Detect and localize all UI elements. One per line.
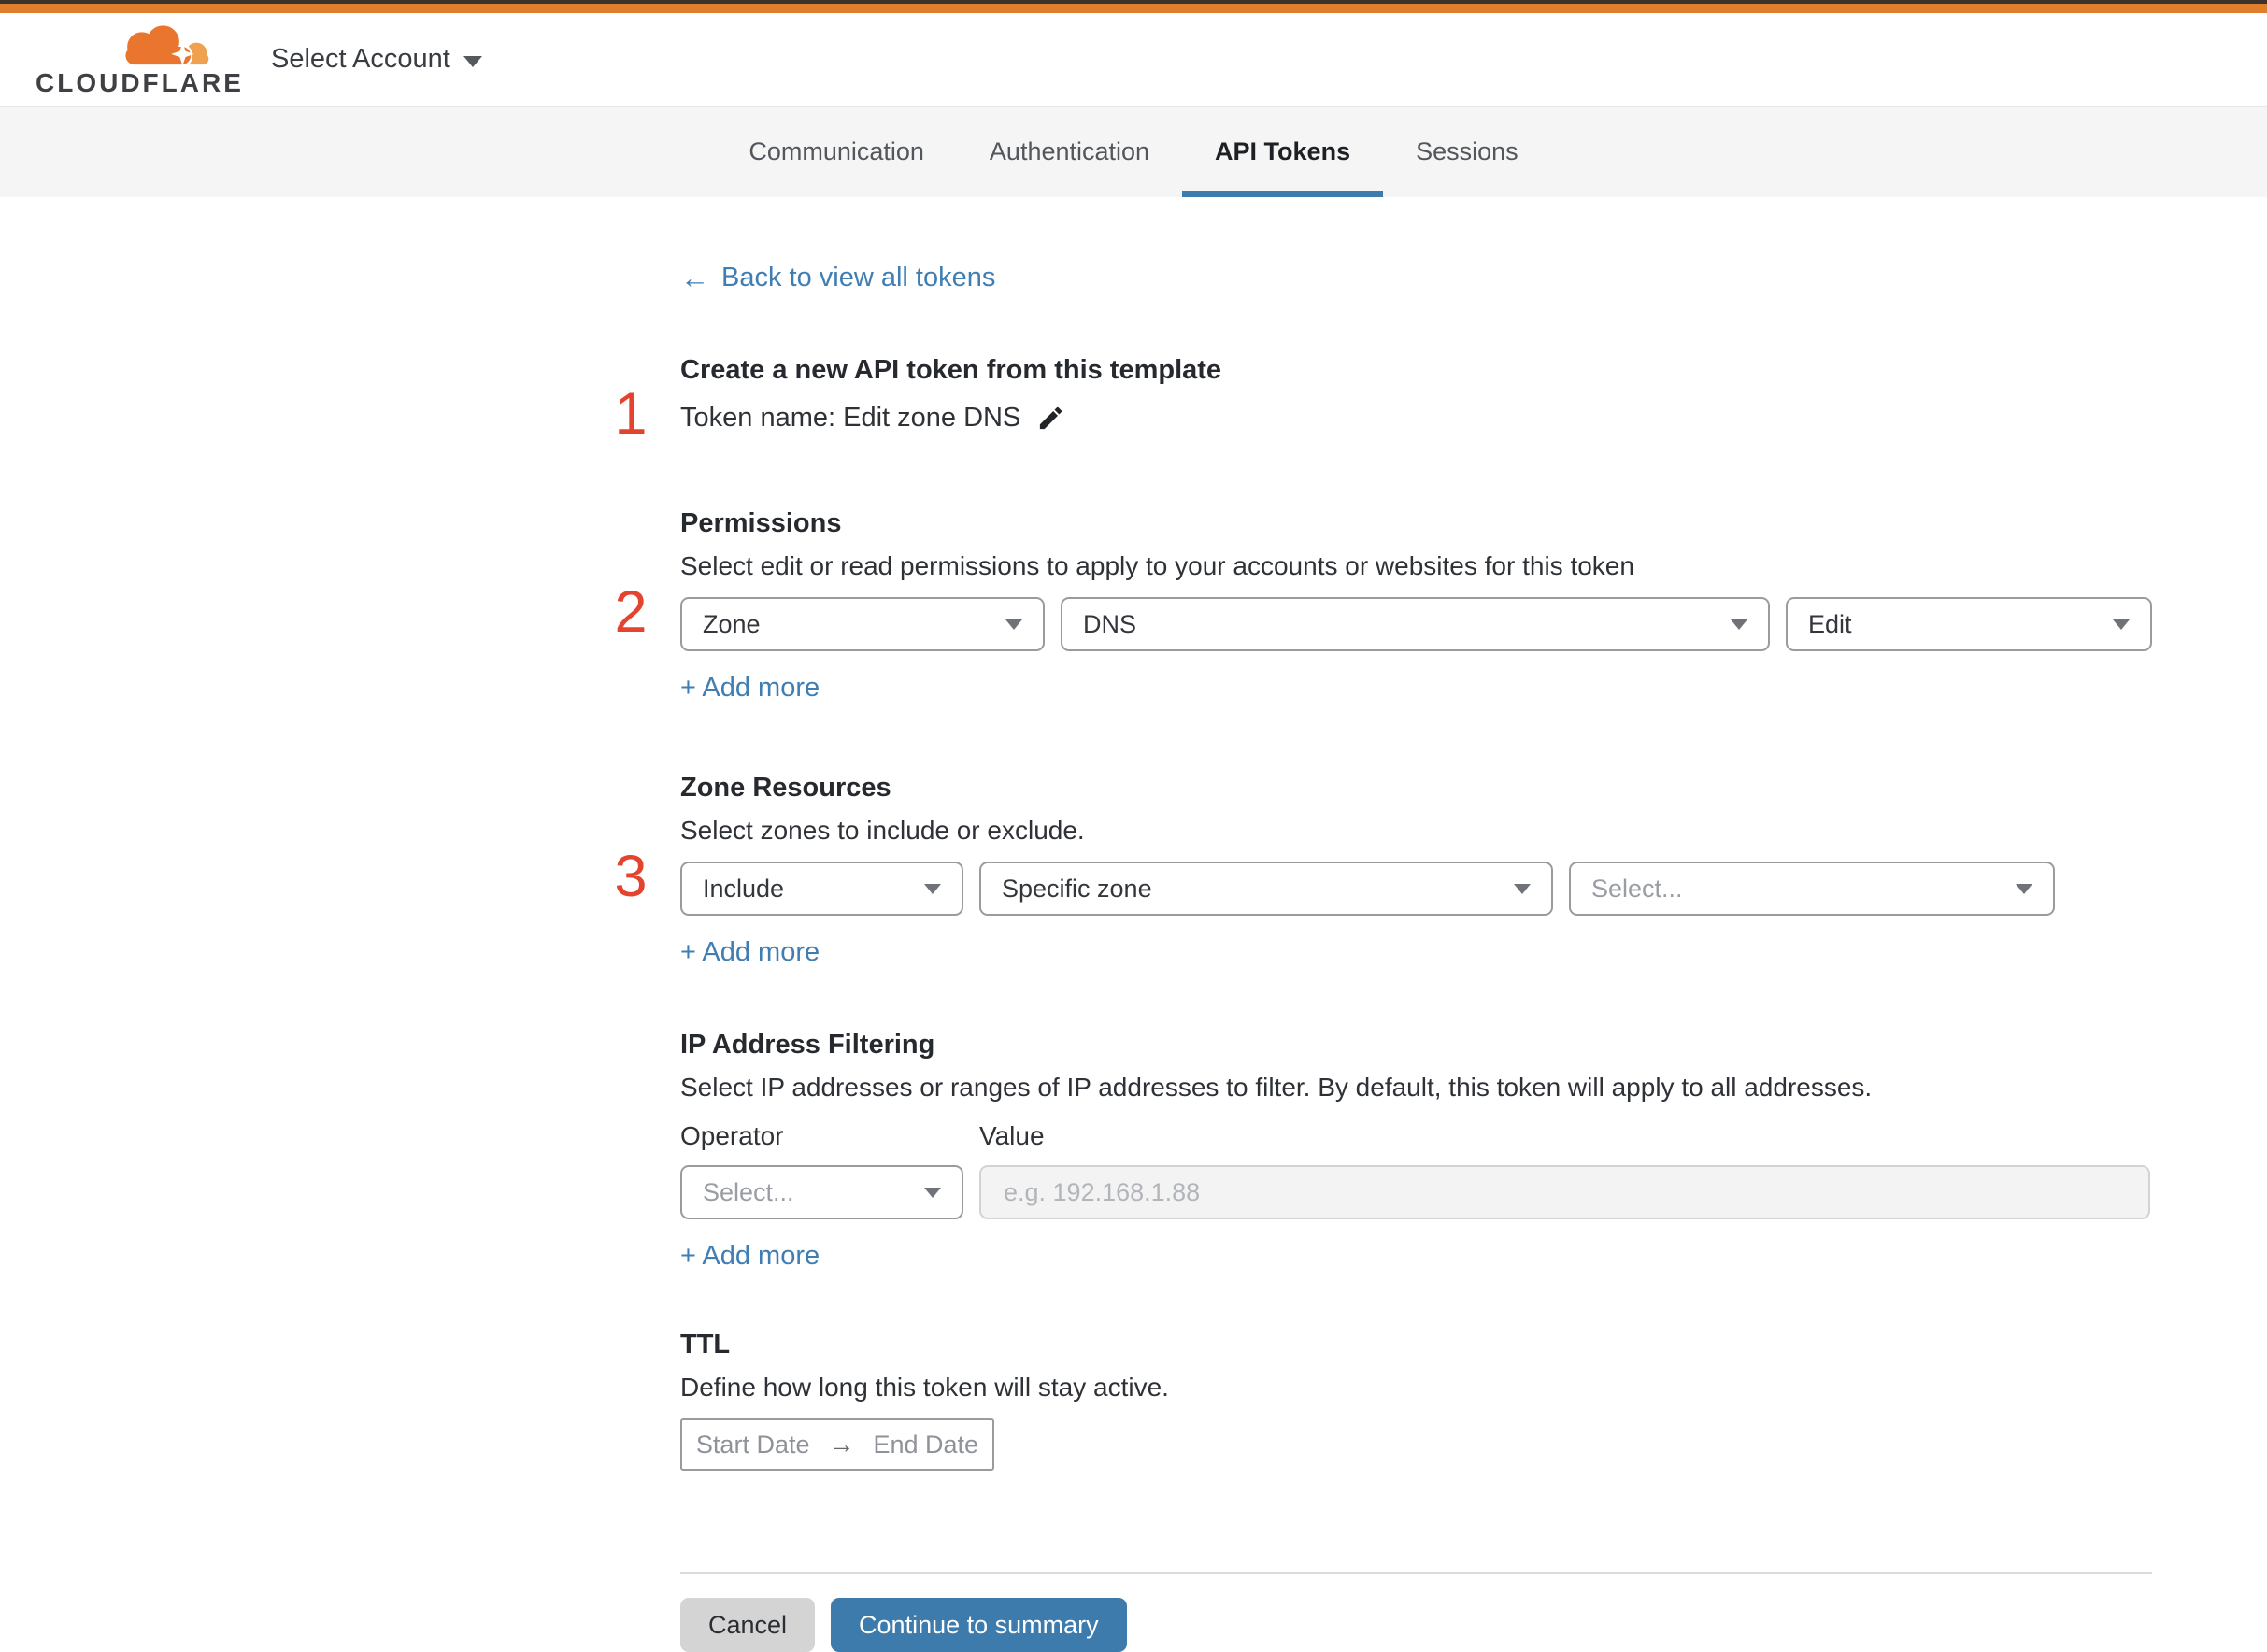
token-template-form: ← Back to view all tokens 1 Create a new…: [614, 197, 2152, 1652]
step-number-2: 2: [614, 579, 648, 645]
chevron-down-icon: [1005, 619, 1022, 630]
cancel-button[interactable]: Cancel: [680, 1598, 816, 1652]
arrow-right-icon: →: [828, 1430, 855, 1459]
back-to-tokens-link[interactable]: ← Back to view all tokens: [680, 263, 995, 293]
zone-picker-placeholder: Select...: [1591, 874, 1683, 903]
cloudflare-logo: CLOUDFLARE: [36, 15, 241, 104]
chevron-down-icon: [1731, 619, 1747, 630]
permission-scope-value: Zone: [703, 609, 761, 638]
zone-type-value: Specific zone: [1002, 874, 1152, 903]
zone-mode-value: Include: [703, 874, 785, 903]
zone-mode-select[interactable]: Include: [680, 862, 963, 916]
continue-to-summary-button[interactable]: Continue to summary: [831, 1598, 1127, 1652]
permission-service-select[interactable]: DNS: [1061, 597, 1770, 651]
brand-accent-bar: [0, 4, 2267, 13]
section-heading: Create a new API token from this templat…: [680, 355, 1222, 385]
tab-label: Sessions: [1416, 137, 1518, 165]
token-name-section: 1 Create a new API token from this templ…: [614, 353, 2152, 444]
operator-label: Operator: [680, 1121, 784, 1150]
ip-operator-placeholder: Select...: [703, 1177, 794, 1206]
cloudflare-wordmark: CLOUDFLARE: [36, 68, 244, 97]
token-name-value: Token name: Edit zone DNS: [680, 403, 1021, 433]
chevron-down-icon: [2113, 619, 2130, 630]
permission-access-select[interactable]: Edit: [1786, 597, 2152, 651]
step-number-3: 3: [614, 844, 648, 909]
permission-access-value: Edit: [1808, 609, 1852, 638]
chevron-down-icon: [2016, 883, 2032, 894]
footer-divider: [680, 1572, 2152, 1574]
cloudflare-cloud-icon: [121, 21, 209, 68]
ip-filtering-title: IP Address Filtering: [680, 1030, 935, 1060]
back-link-label: Back to view all tokens: [721, 263, 996, 292]
ip-filtering-section: IP Address Filtering Select IP addresses…: [680, 1028, 2152, 1274]
tab-communication[interactable]: Communication: [716, 107, 957, 197]
app-header: CLOUDFLARE Select Account: [0, 13, 2267, 106]
tab-sessions[interactable]: Sessions: [1383, 107, 1551, 197]
chevron-down-icon: [924, 883, 941, 894]
form-footer: Cancel Continue to summary: [680, 1598, 2152, 1652]
end-date-placeholder: End Date: [873, 1430, 979, 1459]
ttl-subtitle: Define how long this token will stay act…: [680, 1373, 1169, 1402]
ip-filtering-add-more-link[interactable]: + Add more: [680, 1238, 820, 1274]
start-date-placeholder: Start Date: [695, 1430, 810, 1459]
ip-value-input[interactable]: [979, 1165, 2150, 1219]
chevron-down-icon: [1514, 883, 1531, 894]
ip-operator-select[interactable]: Select...: [680, 1165, 963, 1219]
permissions-title: Permissions: [680, 508, 842, 538]
zone-resources-section: 3 Zone Resources Select zones to include…: [614, 771, 2152, 970]
permission-scope-select[interactable]: Zone: [680, 597, 1045, 651]
account-selector[interactable]: Select Account: [271, 44, 482, 75]
permission-service-value: DNS: [1083, 609, 1137, 638]
account-selector-label: Select Account: [271, 44, 450, 74]
zone-resources-add-more-link[interactable]: + Add more: [680, 934, 820, 970]
zone-type-select[interactable]: Specific zone: [979, 862, 1553, 916]
tab-label: API Tokens: [1215, 137, 1351, 165]
zone-resources-subtitle: Select zones to include or exclude.: [680, 816, 1085, 845]
ttl-section: TTL Define how long this token will stay…: [680, 1328, 2152, 1471]
permissions-section: 2 Permissions Select edit or read permis…: [614, 506, 2152, 705]
ip-filtering-subtitle: Select IP addresses or ranges of IP addr…: [680, 1073, 1873, 1102]
ttl-date-range-picker[interactable]: Start Date → End Date: [680, 1418, 994, 1471]
zone-resources-title: Zone Resources: [680, 773, 891, 803]
tab-label: Communication: [749, 137, 924, 165]
edit-pencil-icon[interactable]: [1036, 404, 1065, 433]
zone-picker-select[interactable]: Select...: [1569, 862, 2055, 916]
tab-authentication[interactable]: Authentication: [957, 107, 1182, 197]
ttl-title: TTL: [680, 1330, 731, 1360]
tab-api-tokens[interactable]: API Tokens: [1182, 107, 1384, 197]
chevron-down-icon: [463, 55, 482, 67]
permissions-subtitle: Select edit or read permissions to apply…: [680, 551, 1634, 580]
tab-label: Authentication: [989, 137, 1150, 165]
permissions-add-more-link[interactable]: + Add more: [680, 670, 820, 705]
back-arrow-icon: ←: [680, 262, 709, 294]
value-label: Value: [979, 1121, 1045, 1150]
step-number-1: 1: [614, 381, 648, 447]
profile-tabbar: Communication Authentication API Tokens …: [0, 106, 2267, 197]
chevron-down-icon: [924, 1187, 941, 1198]
